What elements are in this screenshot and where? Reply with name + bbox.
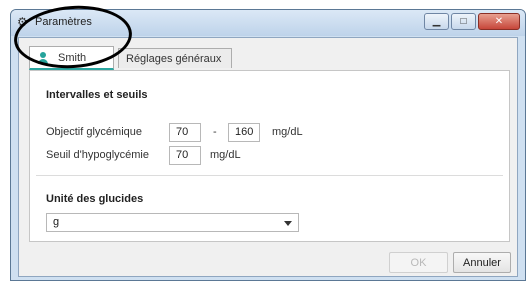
carb-unit-selected: g — [53, 216, 60, 228]
gear-icon: ⚙ — [17, 15, 28, 29]
range-separator: - — [213, 126, 217, 138]
carb-unit-section-title: Unité des glucides — [46, 193, 144, 205]
target-low-input[interactable]: 70 — [169, 123, 201, 142]
tab-label: Réglages généraux — [126, 52, 222, 65]
target-label: Objectif glycémique — [46, 126, 142, 138]
target-unit: mg/dL — [272, 126, 303, 138]
hypo-unit: mg/dL — [210, 149, 241, 161]
carb-unit-select[interactable]: g — [46, 213, 299, 232]
title-bar[interactable]: ⚙ Paramètres ▁ □ ✕ — [11, 10, 525, 36]
window-controls: ▁ □ ✕ — [424, 13, 520, 31]
cancel-button[interactable]: Annuler — [453, 252, 511, 273]
user-icon — [37, 51, 49, 64]
hypo-label: Seuil d'hypoglycémie — [46, 149, 149, 161]
target-high-input[interactable]: 160 — [228, 123, 260, 142]
dialog-body: Smith Réglages généraux Intervalles et s… — [18, 37, 518, 277]
tab-label: Smith — [58, 51, 87, 64]
settings-window: ⚙ Paramètres ▁ □ ✕ Smith Réglages généra… — [10, 9, 526, 281]
ok-button[interactable]: OK — [389, 252, 448, 273]
minimize-button[interactable]: ▁ — [424, 13, 449, 30]
settings-panel: Intervalles et seuils Objectif glycémiqu… — [29, 70, 510, 242]
window-title: Paramètres — [35, 16, 92, 28]
close-button[interactable]: ✕ — [478, 13, 520, 30]
hypo-threshold-input[interactable]: 70 — [169, 146, 201, 165]
tab-smith[interactable]: Smith — [29, 46, 114, 70]
section-divider — [36, 175, 503, 176]
tab-general-settings[interactable]: Réglages généraux — [118, 48, 232, 68]
chevron-down-icon — [284, 221, 292, 226]
maximize-button[interactable]: □ — [451, 13, 476, 30]
intervals-section-title: Intervalles et seuils — [46, 89, 148, 101]
